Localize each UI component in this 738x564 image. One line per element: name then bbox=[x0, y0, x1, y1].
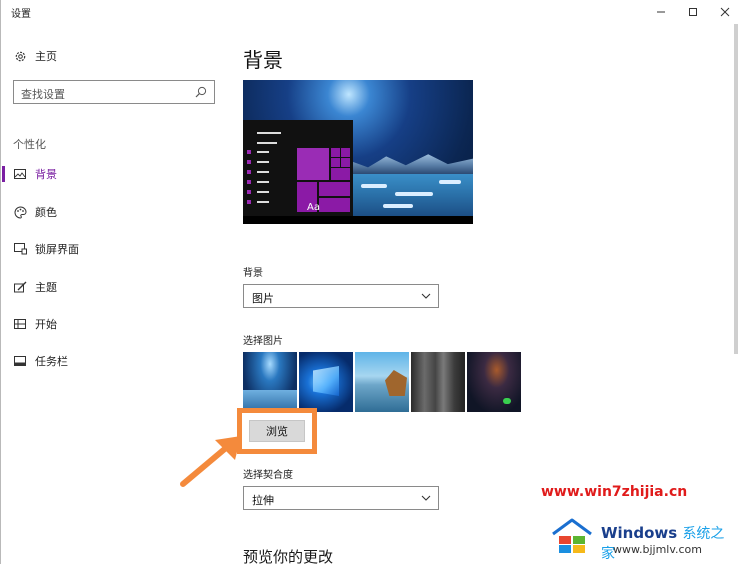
fit-label: 选择契合度 bbox=[243, 470, 293, 481]
picture-thumbnail[interactable] bbox=[355, 352, 409, 412]
sidebar-item-label: 锁屏界面 bbox=[35, 243, 79, 256]
title-bar: 设置 bbox=[1, 0, 738, 24]
window-title: 设置 bbox=[11, 9, 31, 20]
sidebar-item-label: 任务栏 bbox=[35, 355, 68, 368]
taskbar-icon bbox=[13, 354, 27, 368]
picture-thumbnail[interactable] bbox=[243, 352, 297, 412]
sidebar-item-start[interactable]: 开始 bbox=[1, 310, 229, 338]
close-button[interactable] bbox=[711, 2, 738, 22]
sidebar-item-label: 开始 bbox=[35, 318, 57, 331]
chevron-down-icon bbox=[421, 495, 431, 501]
picture-thumbnails bbox=[243, 352, 523, 412]
maximize-button[interactable] bbox=[679, 2, 707, 22]
browse-highlight-box: 浏览 bbox=[237, 408, 317, 454]
search-placeholder: 查找设置 bbox=[21, 88, 65, 101]
picture-thumbnail[interactable] bbox=[299, 352, 353, 412]
windows-logo-icon bbox=[552, 518, 592, 554]
orange-arrow-icon bbox=[180, 436, 241, 487]
settings-window: 设置 主页 查找设置 个性化 背景 颜色 锁屏界面 主题 开始 任务栏 背景 A… bbox=[0, 0, 738, 564]
minimize-icon bbox=[657, 11, 665, 13]
fit-value: 拉伸 bbox=[252, 494, 274, 507]
sidebar-item-home[interactable]: 主页 bbox=[1, 42, 229, 70]
watermark-site: www.bjjmlv.com bbox=[613, 543, 702, 556]
sidebar-section-label: 个性化 bbox=[13, 138, 46, 151]
sidebar-item-label: 主题 bbox=[35, 281, 57, 294]
sidebar-item-colors[interactable]: 颜色 bbox=[1, 198, 229, 226]
background-preview: Aa bbox=[243, 80, 473, 224]
scrollbar[interactable] bbox=[734, 24, 738, 354]
search-input[interactable]: 查找设置 bbox=[13, 80, 215, 104]
sidebar-home-label: 主页 bbox=[35, 50, 57, 63]
palette-icon bbox=[13, 205, 27, 219]
background-type-value: 图片 bbox=[252, 292, 274, 305]
close-icon bbox=[720, 7, 730, 17]
main-content: 背景 Aa 背景 图片 选择图片 浏览 选择契合度 拉伸 预览你的更改 bbox=[229, 24, 738, 564]
background-type-select[interactable]: 图片 bbox=[243, 284, 439, 308]
background-type-label: 背景 bbox=[243, 268, 263, 279]
fit-select[interactable]: 拉伸 bbox=[243, 486, 439, 510]
sidebar-item-label: 颜色 bbox=[35, 206, 57, 219]
preview-tile-text: Aa bbox=[307, 202, 320, 213]
picture-thumbnail[interactable] bbox=[411, 352, 465, 412]
active-indicator bbox=[2, 166, 5, 182]
preview-changes-heading: 预览你的更改 bbox=[243, 548, 334, 564]
sidebar-item-themes[interactable]: 主题 bbox=[1, 273, 229, 301]
theme-brush-icon bbox=[13, 280, 27, 294]
start-menu-icon bbox=[13, 317, 27, 331]
preview-start-menu bbox=[243, 120, 353, 216]
choose-picture-label: 选择图片 bbox=[243, 336, 283, 347]
lock-screen-icon bbox=[13, 242, 27, 256]
sidebar-item-label: 背景 bbox=[35, 168, 57, 181]
watermark-brand-en: Windows bbox=[601, 524, 678, 542]
browse-button[interactable]: 浏览 bbox=[249, 420, 305, 442]
maximize-icon bbox=[689, 8, 697, 16]
picture-icon bbox=[13, 167, 27, 181]
gear-icon bbox=[13, 49, 27, 63]
chevron-down-icon bbox=[421, 293, 431, 299]
sidebar-item-taskbar[interactable]: 任务栏 bbox=[1, 347, 229, 375]
page-title: 背景 bbox=[243, 48, 283, 72]
search-icon bbox=[195, 86, 207, 98]
sidebar-item-background[interactable]: 背景 bbox=[1, 160, 229, 188]
minimize-button[interactable] bbox=[647, 2, 675, 22]
watermark-url: www.win7zhijia.cn bbox=[541, 484, 688, 500]
sidebar-item-lock-screen[interactable]: 锁屏界面 bbox=[1, 235, 229, 263]
picture-thumbnail[interactable] bbox=[467, 352, 521, 412]
